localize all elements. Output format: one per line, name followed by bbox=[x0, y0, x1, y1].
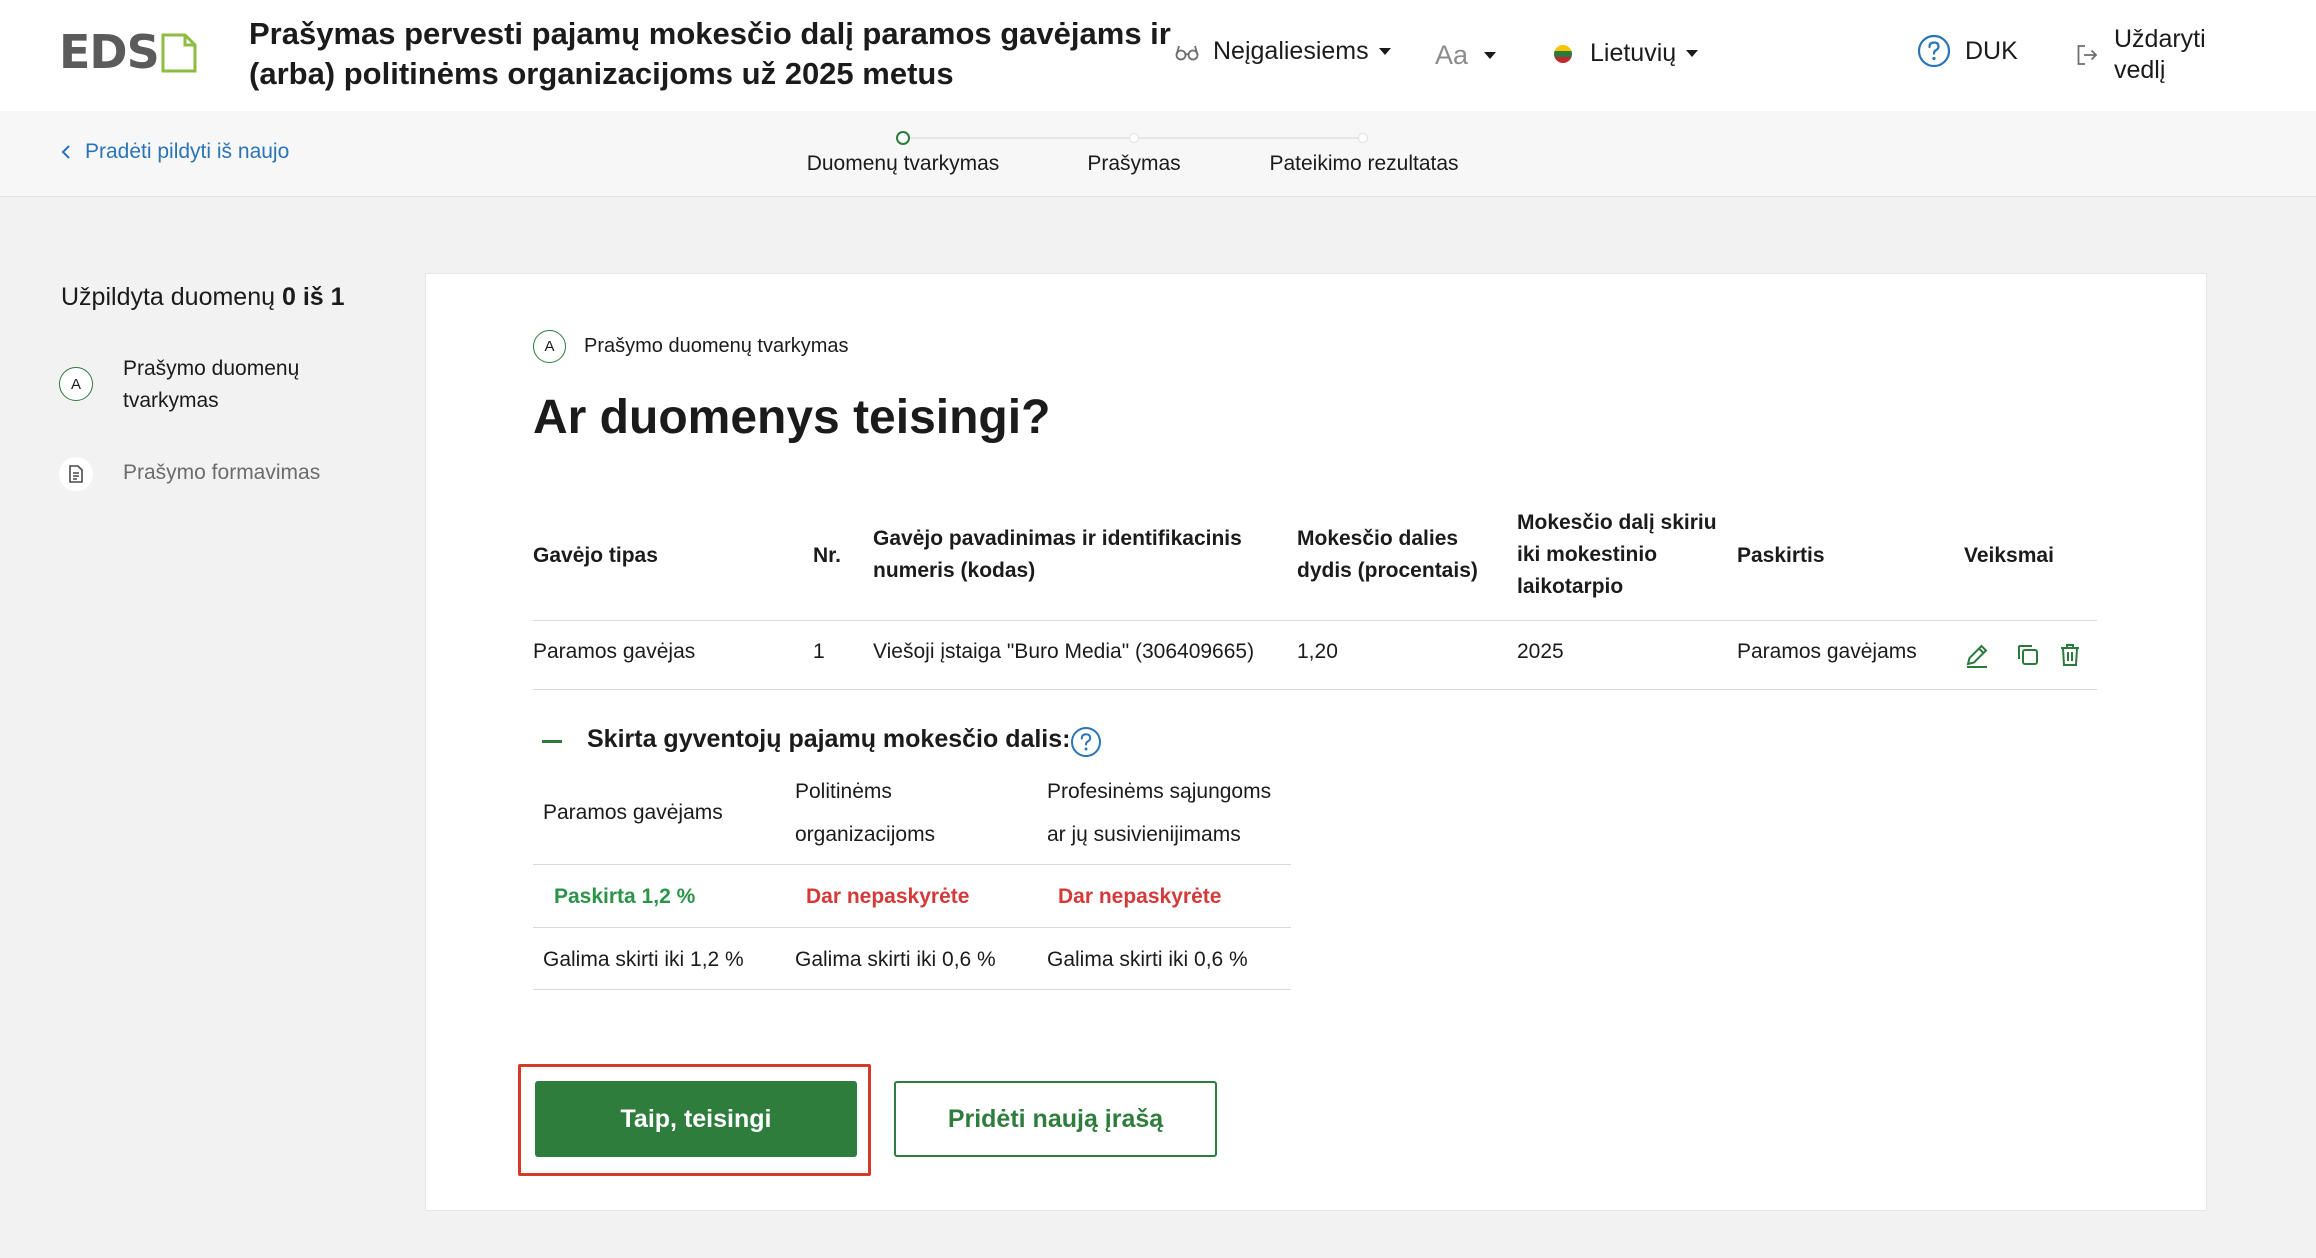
summary-divider bbox=[533, 927, 1291, 928]
progress-summary: Užpildyta duomenų 0 iš 1 bbox=[61, 283, 345, 312]
chevron-down-icon bbox=[1378, 48, 1391, 55]
logout-icon bbox=[2077, 45, 2098, 65]
document-icon bbox=[59, 457, 93, 491]
sidebar-item-label: Prašymo duomenų tvarkymas bbox=[123, 357, 300, 412]
header: EDS Prašymas pervesti pajamų mokesčio da… bbox=[0, 0, 2316, 111]
logo-document-icon bbox=[161, 33, 197, 72]
font-size-menu[interactable]: Aa bbox=[1435, 40, 1497, 71]
eds-logo[interactable]: EDS bbox=[59, 25, 197, 79]
section-badge: A bbox=[533, 330, 566, 363]
status-not-assigned: Dar nepaskyrėte bbox=[806, 885, 970, 908]
table-divider bbox=[533, 620, 2097, 621]
copy-icon[interactable] bbox=[2015, 642, 2041, 668]
step-label-request: Prašymas bbox=[1087, 152, 1181, 175]
limit-political: Galima skirti iki 0,6 % bbox=[795, 948, 996, 971]
summary-divider bbox=[533, 989, 1291, 990]
summary-divider bbox=[533, 864, 1291, 865]
logo-text: EDS bbox=[59, 25, 160, 79]
summary-title: Skirta gyventojų pajamų mokesčio dalis: bbox=[587, 725, 1071, 753]
step-current-dot bbox=[896, 131, 910, 145]
language-label: Lietuvių bbox=[1590, 39, 1677, 67]
font-size-label: Aa bbox=[1435, 40, 1469, 70]
main-heading: Ar duomenys teisingi? bbox=[533, 391, 1051, 444]
cell-period: 2025 bbox=[1517, 640, 1564, 663]
collapse-icon[interactable] bbox=[542, 740, 562, 743]
table-header-period: Mokesčio dalį skiriu iki mokestinio laik… bbox=[1517, 511, 1717, 598]
sidebar-item-request-forming[interactable]: Prašymo formavimas bbox=[59, 457, 320, 491]
table-header-share-size: Mokesčio dalies dydis (procentais) bbox=[1297, 527, 1478, 582]
step-dot bbox=[1129, 133, 1139, 143]
accessibility-label: Neįgaliesiems bbox=[1213, 37, 1369, 65]
restart-label: Pradėti pildyti iš naujo bbox=[85, 140, 290, 163]
faq-link[interactable]: DUK bbox=[1917, 34, 2018, 68]
cell-share-size: 1,20 bbox=[1297, 640, 1338, 663]
progress-value: 0 iš 1 bbox=[281, 283, 345, 311]
limit-recipients: Galima skirti iki 1,2 % bbox=[543, 948, 744, 971]
summary-col-political: Politinėms organizacijoms bbox=[795, 780, 936, 846]
lithuanian-flag-icon bbox=[1554, 44, 1572, 63]
summary-col-recipients: Paramos gavėjams bbox=[543, 801, 723, 824]
glasses-icon bbox=[1175, 45, 1199, 60]
faq-label: DUK bbox=[1965, 36, 2018, 65]
progress-prefix: Užpildyta duomenų bbox=[61, 283, 276, 311]
help-circle-icon bbox=[1917, 34, 1951, 68]
close-wizard-label: Uždaryti vedlį bbox=[2114, 25, 2206, 84]
limit-unions: Galima skirti iki 0,6 % bbox=[1047, 948, 1248, 971]
cell-recipient-name: Viešoji įstaiga "Buro Media" (306409665) bbox=[873, 640, 1255, 663]
table-header-recipient-type: Gavėjo tipas bbox=[533, 544, 658, 567]
confirm-button[interactable]: Taip, teisingi bbox=[535, 1081, 857, 1157]
step-dot bbox=[1358, 133, 1368, 143]
status-not-assigned: Dar nepaskyrėte bbox=[1058, 885, 1222, 908]
delete-icon[interactable] bbox=[2058, 642, 2082, 668]
table-header-recipient-name: Gavėjo pavadinimas ir identifikacinis nu… bbox=[873, 527, 1242, 582]
language-menu[interactable]: Lietuvių bbox=[1553, 39, 1699, 68]
accessibility-menu[interactable]: Neįgaliesiems bbox=[1175, 37, 1391, 66]
section-label: Prašymo duomenų tvarkymas bbox=[584, 335, 849, 357]
step-badge: A bbox=[59, 367, 93, 401]
chevron-down-icon bbox=[1484, 52, 1497, 59]
close-wizard-button[interactable]: Uždaryti vedlį bbox=[2076, 24, 2224, 86]
status-assigned: Paskirta 1,2 % bbox=[554, 885, 696, 908]
table-divider bbox=[533, 689, 2097, 690]
summary-col-unions: Profesinėms sąjungoms ar jų susivienijim… bbox=[1047, 780, 1272, 846]
cell-recipient-type: Paramos gavėjas bbox=[533, 640, 696, 663]
chevron-down-icon bbox=[1686, 50, 1699, 57]
page-title: Prašymas pervesti pajamų mokesčio dalį p… bbox=[249, 16, 1171, 91]
cell-purpose: Paramos gavėjams bbox=[1737, 640, 1917, 663]
help-icon[interactable] bbox=[1070, 726, 1102, 758]
table-header-number: Nr. bbox=[813, 544, 842, 567]
step-label-result: Pateikimo rezultatas bbox=[1269, 152, 1459, 175]
cell-number: 1 bbox=[813, 640, 825, 663]
section-tag: A Prašymo duomenų tvarkymas bbox=[533, 330, 849, 363]
sidebar-item-data-management[interactable]: A Prašymo duomenų tvarkymas bbox=[59, 353, 343, 417]
add-record-button[interactable]: Pridėti naują įrašą bbox=[894, 1081, 1217, 1157]
chevron-left-icon bbox=[61, 145, 70, 159]
restart-link[interactable]: Pradėti pildyti iš naujo bbox=[60, 140, 289, 164]
table-header-purpose: Paskirtis bbox=[1737, 544, 1825, 567]
table-header-actions: Veiksmai bbox=[1964, 544, 2054, 567]
sidebar-item-label: Prašymo formavimas bbox=[123, 461, 321, 484]
step-label-data: Duomenų tvarkymas bbox=[806, 152, 1000, 175]
edit-icon[interactable] bbox=[1963, 642, 1991, 670]
